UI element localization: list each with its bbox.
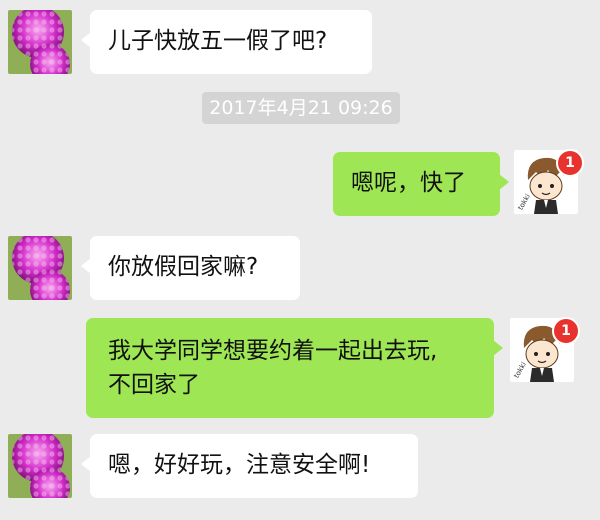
notification-badge-icon: 1 <box>552 317 580 345</box>
message-text: 儿子快放五一假了吧? <box>108 28 328 54</box>
message-text: 嗯，好好玩，注意安全啊! <box>108 452 371 478</box>
message-bubble-incoming[interactable]: 你放假回家嘛? <box>81 236 300 300</box>
timestamp-label: 2017年4月21 09:26 <box>202 92 400 124</box>
notification-badge-icon: 1 <box>556 149 584 177</box>
message-text-line: 我大学同学想要约着一起出去玩, <box>108 338 438 364</box>
mom-avatar-icon[interactable] <box>8 434 72 498</box>
message-text: 嗯呢，快了 <box>351 170 466 196</box>
mom-avatar-icon[interactable] <box>8 236 72 300</box>
message-bubble-incoming[interactable]: 嗯，好好玩，注意安全啊! <box>81 434 418 498</box>
message-bubble-incoming[interactable]: 儿子快放五一假了吧? <box>81 10 372 74</box>
message-bubble-outgoing[interactable]: 我大学同学想要约着一起出去玩, 不回家了 <box>86 318 503 418</box>
message-text-line: 不回家了 <box>108 372 200 398</box>
message-bubble-outgoing[interactable]: 嗯呢，快了 <box>333 152 509 216</box>
message-text: 你放假回家嘛? <box>108 254 259 280</box>
mom-avatar-icon[interactable] <box>8 10 72 74</box>
chat-conversation: 儿子快放五一假了吧? 2017年4月21 09:26 嗯呢，快了 tokki 1 <box>0 0 600 520</box>
